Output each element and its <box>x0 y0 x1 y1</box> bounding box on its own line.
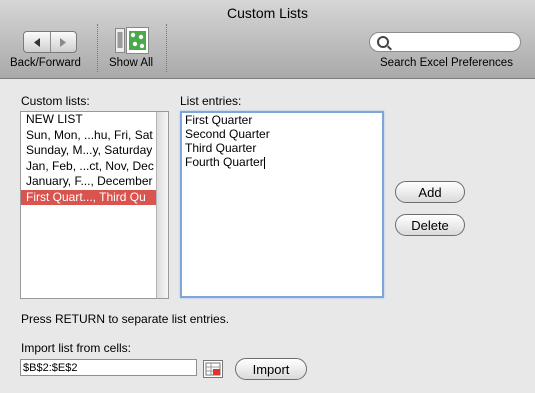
add-button[interactable]: Add <box>395 181 465 203</box>
entry-line: Second Quarter <box>185 127 270 141</box>
listbox-scrollbar[interactable] <box>156 112 168 298</box>
hint-text: Press RETURN to separate list entries. <box>21 312 230 326</box>
list-item[interactable]: Sun, Mon, ...hu, Fri, Sat <box>21 128 158 144</box>
search-label: Search Excel Preferences <box>380 57 513 69</box>
show-all-label: Show All <box>109 57 154 69</box>
back-forward-control[interactable] <box>23 31 77 53</box>
entry-line: Third Quarter <box>185 141 257 155</box>
custom-lists-window: Custom Lists Back/Forward Show All Searc… <box>0 0 535 393</box>
custom-lists-label: Custom lists: <box>21 94 90 108</box>
toolbar-separator <box>166 24 167 72</box>
delete-button[interactable]: Delete <box>395 214 465 236</box>
right-arrow-icon[interactable] <box>49 32 77 52</box>
list-entries-textarea[interactable]: First Quarter Second Quarter Third Quart… <box>180 111 384 298</box>
left-arrow-icon[interactable] <box>24 32 50 52</box>
list-entries-label: List entries: <box>180 94 242 108</box>
entry-line-last: Fourth Quarter <box>182 155 382 169</box>
toolbar-separator <box>97 24 98 72</box>
list-item[interactable]: Jan, Feb, ...ct, Nov, Dec <box>21 159 158 175</box>
entry-line-text: Fourth Quarter <box>185 155 264 169</box>
back-forward-label: Back/Forward <box>10 57 81 69</box>
list-item[interactable]: January, F..., December <box>21 174 158 190</box>
show-all-icon[interactable] <box>115 27 149 54</box>
import-button[interactable]: Import <box>235 358 307 380</box>
entry-line: First Quarter <box>185 113 253 127</box>
cell-picker-icon[interactable] <box>203 360 223 378</box>
search-input[interactable] <box>369 32 521 52</box>
toolbar: Custom Lists Back/Forward Show All Searc… <box>0 0 535 79</box>
window-title: Custom Lists <box>227 5 308 21</box>
list-item-selected[interactable]: First Quart..., Third Qu <box>21 189 158 205</box>
search-icon <box>377 36 389 48</box>
text-caret <box>263 156 265 169</box>
list-item[interactable]: Sunday, M...y, Saturday <box>21 143 158 159</box>
import-label: Import list from cells: <box>21 341 132 355</box>
import-range-input[interactable]: $B$2:$E$2 <box>20 359 197 376</box>
list-item[interactable]: NEW LIST <box>21 112 158 128</box>
custom-lists-listbox[interactable]: NEW LIST Sun, Mon, ...hu, Fri, Sat Sunda… <box>20 111 169 299</box>
